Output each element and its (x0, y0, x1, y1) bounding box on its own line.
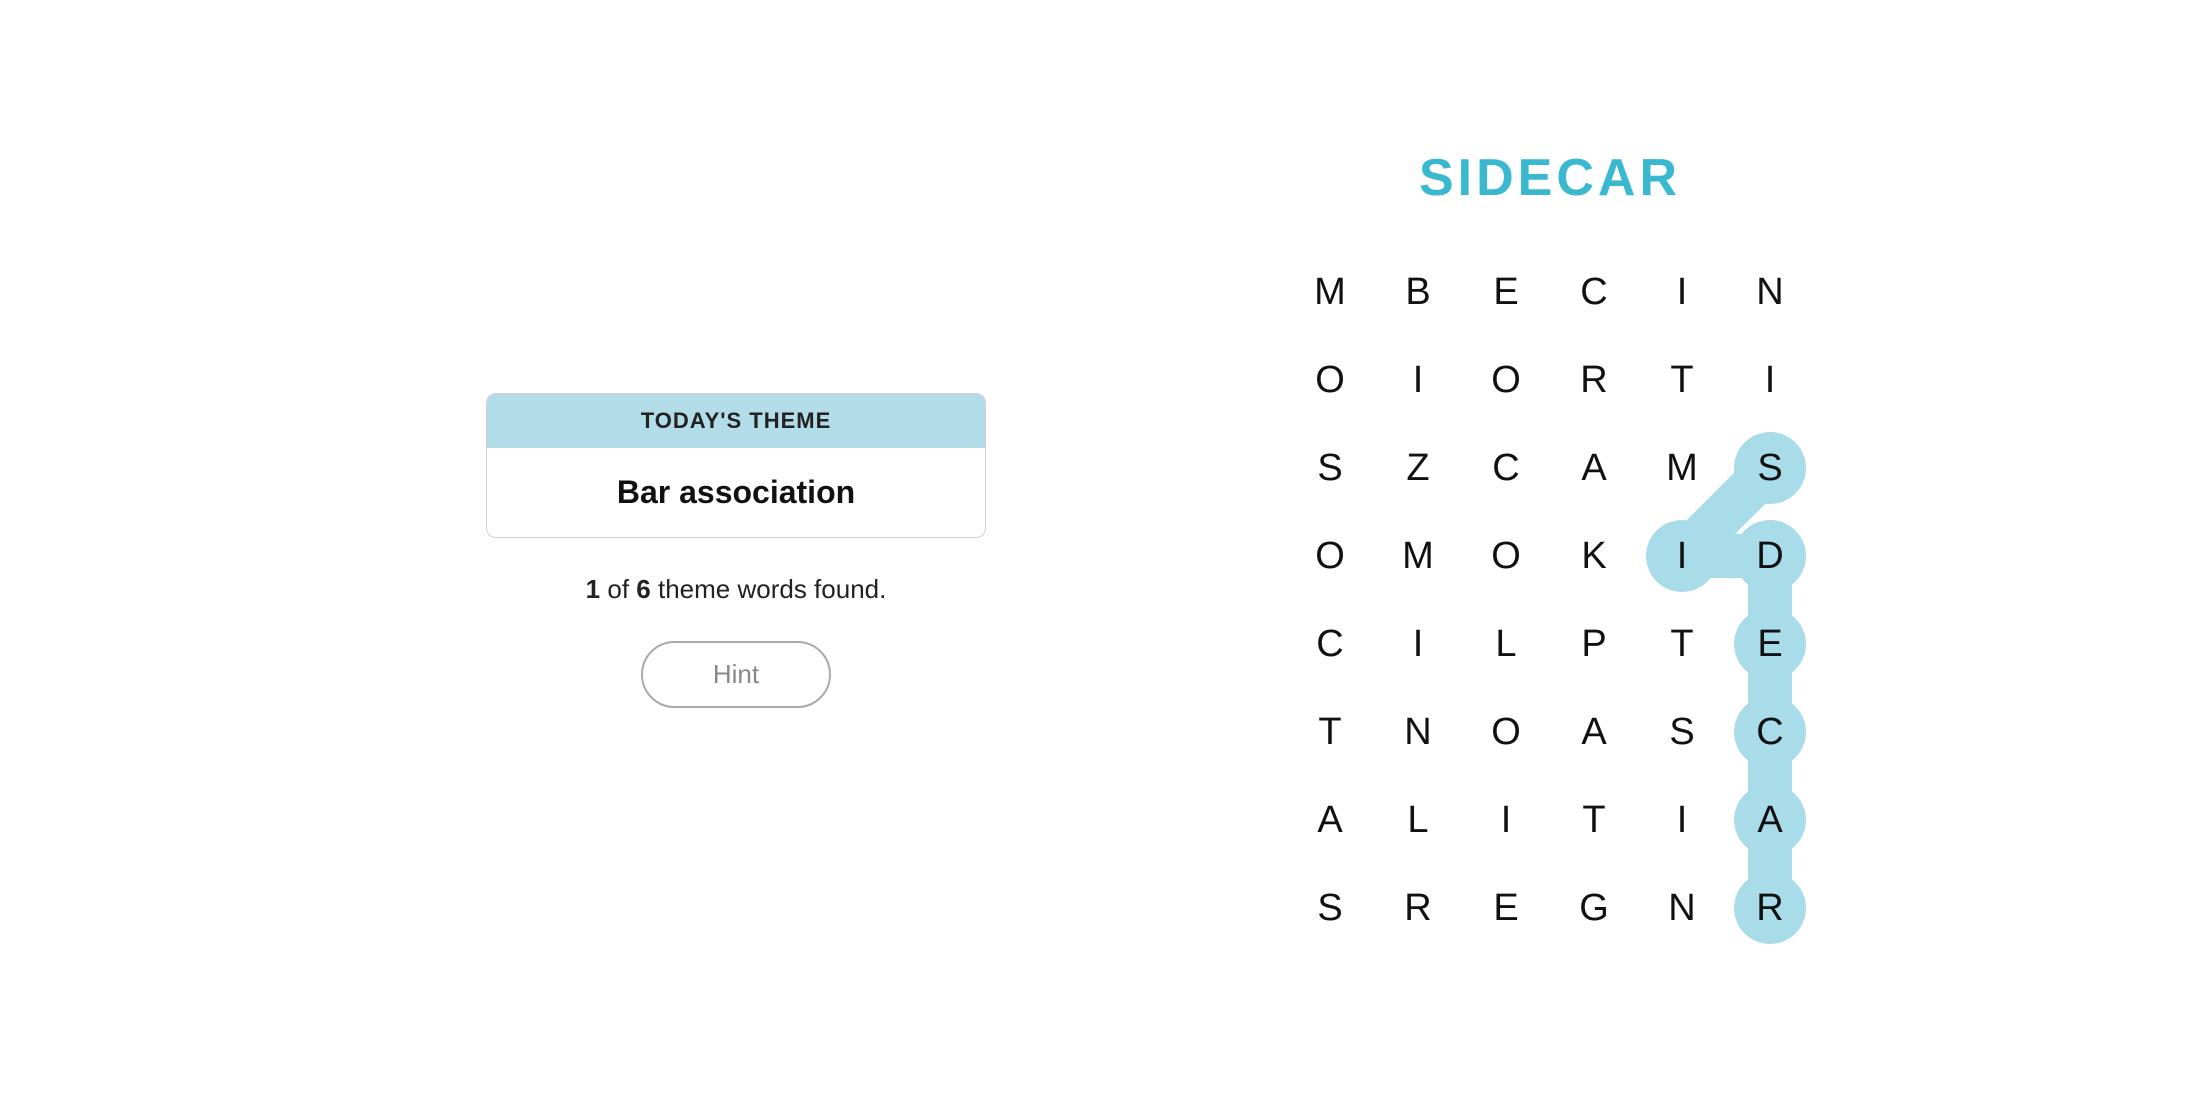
theme-card: TODAY'S THEME Bar association (486, 393, 986, 538)
grid-cell[interactable]: I (1638, 512, 1726, 600)
grid-cell[interactable]: A (1726, 776, 1814, 864)
grid-cell[interactable]: C (1726, 688, 1814, 776)
grid-cell[interactable]: S (1726, 424, 1814, 512)
left-panel: TODAY'S THEME Bar association 1 of 6 the… (386, 393, 1086, 708)
grid-cell[interactable]: S (1286, 864, 1374, 952)
right-panel: SIDECAR MBECINOIORTISZCAMSOMOKIDCILPTETN… (1286, 148, 1814, 952)
grid-cell[interactable]: I (1726, 336, 1814, 424)
grid-cell[interactable]: N (1726, 248, 1814, 336)
grid-cell[interactable]: R (1374, 864, 1462, 952)
grid-cell[interactable]: I (1374, 600, 1462, 688)
grid-cell[interactable]: I (1374, 336, 1462, 424)
total-count: 6 (636, 574, 650, 604)
grid-cell[interactable]: C (1550, 248, 1638, 336)
grid-cell[interactable]: M (1638, 424, 1726, 512)
highlighted-cell: S (1734, 432, 1806, 504)
grid-cell[interactable]: I (1638, 776, 1726, 864)
grid-cell[interactable]: O (1462, 688, 1550, 776)
letter-grid[interactable]: MBECINOIORTISZCAMSOMOKIDCILPTETNOASCALIT… (1286, 248, 1814, 952)
grid-cell[interactable]: C (1462, 424, 1550, 512)
theme-word: Bar association (487, 448, 985, 537)
found-count: 1 (586, 574, 600, 604)
grid-cell[interactable]: E (1462, 248, 1550, 336)
highlighted-cell: E (1734, 608, 1806, 680)
grid-cell[interactable]: T (1638, 336, 1726, 424)
highlighted-cell: I (1646, 520, 1718, 592)
grid-cell[interactable]: A (1550, 688, 1638, 776)
highlighted-cell: C (1734, 696, 1806, 768)
found-suffix: theme words found. (658, 574, 886, 604)
puzzle-title: SIDECAR (1419, 148, 1681, 208)
main-container: TODAY'S THEME Bar association 1 of 6 the… (0, 0, 2200, 1100)
grid-cell[interactable]: L (1462, 600, 1550, 688)
grid-cell[interactable]: R (1726, 864, 1814, 952)
highlighted-cell: A (1734, 784, 1806, 856)
grid-cell[interactable]: N (1638, 864, 1726, 952)
grid-cell[interactable]: M (1374, 512, 1462, 600)
grid-cell[interactable]: A (1550, 424, 1638, 512)
grid-cell[interactable]: I (1462, 776, 1550, 864)
grid-cell[interactable]: E (1462, 864, 1550, 952)
grid-cell[interactable]: O (1286, 336, 1374, 424)
grid-cell[interactable]: O (1286, 512, 1374, 600)
grid-cell[interactable]: S (1286, 424, 1374, 512)
found-text: 1 of 6 theme words found. (586, 574, 887, 605)
grid-cell[interactable]: T (1550, 776, 1638, 864)
grid-cell[interactable]: R (1550, 336, 1638, 424)
grid-cell[interactable]: E (1726, 600, 1814, 688)
grid-cell[interactable]: C (1286, 600, 1374, 688)
grid-cell[interactable]: M (1286, 248, 1374, 336)
highlighted-cell: D (1734, 520, 1806, 592)
grid-cell[interactable]: A (1286, 776, 1374, 864)
grid-cell[interactable]: L (1374, 776, 1462, 864)
grid-cell[interactable]: B (1374, 248, 1462, 336)
grid-cell[interactable]: G (1550, 864, 1638, 952)
grid-cell[interactable]: K (1550, 512, 1638, 600)
grid-cell[interactable]: N (1374, 688, 1462, 776)
grid-cell[interactable]: O (1462, 336, 1550, 424)
grid-cell[interactable]: P (1550, 600, 1638, 688)
grid-cell[interactable]: T (1286, 688, 1374, 776)
highlighted-cell: R (1734, 872, 1806, 944)
grid-cell[interactable]: I (1638, 248, 1726, 336)
grid-cell[interactable]: D (1726, 512, 1814, 600)
theme-header: TODAY'S THEME (487, 394, 985, 448)
hint-button[interactable]: Hint (641, 641, 831, 708)
grid-cell[interactable]: Z (1374, 424, 1462, 512)
grid-cell[interactable]: T (1638, 600, 1726, 688)
grid-cell[interactable]: O (1462, 512, 1550, 600)
grid-cell[interactable]: S (1638, 688, 1726, 776)
